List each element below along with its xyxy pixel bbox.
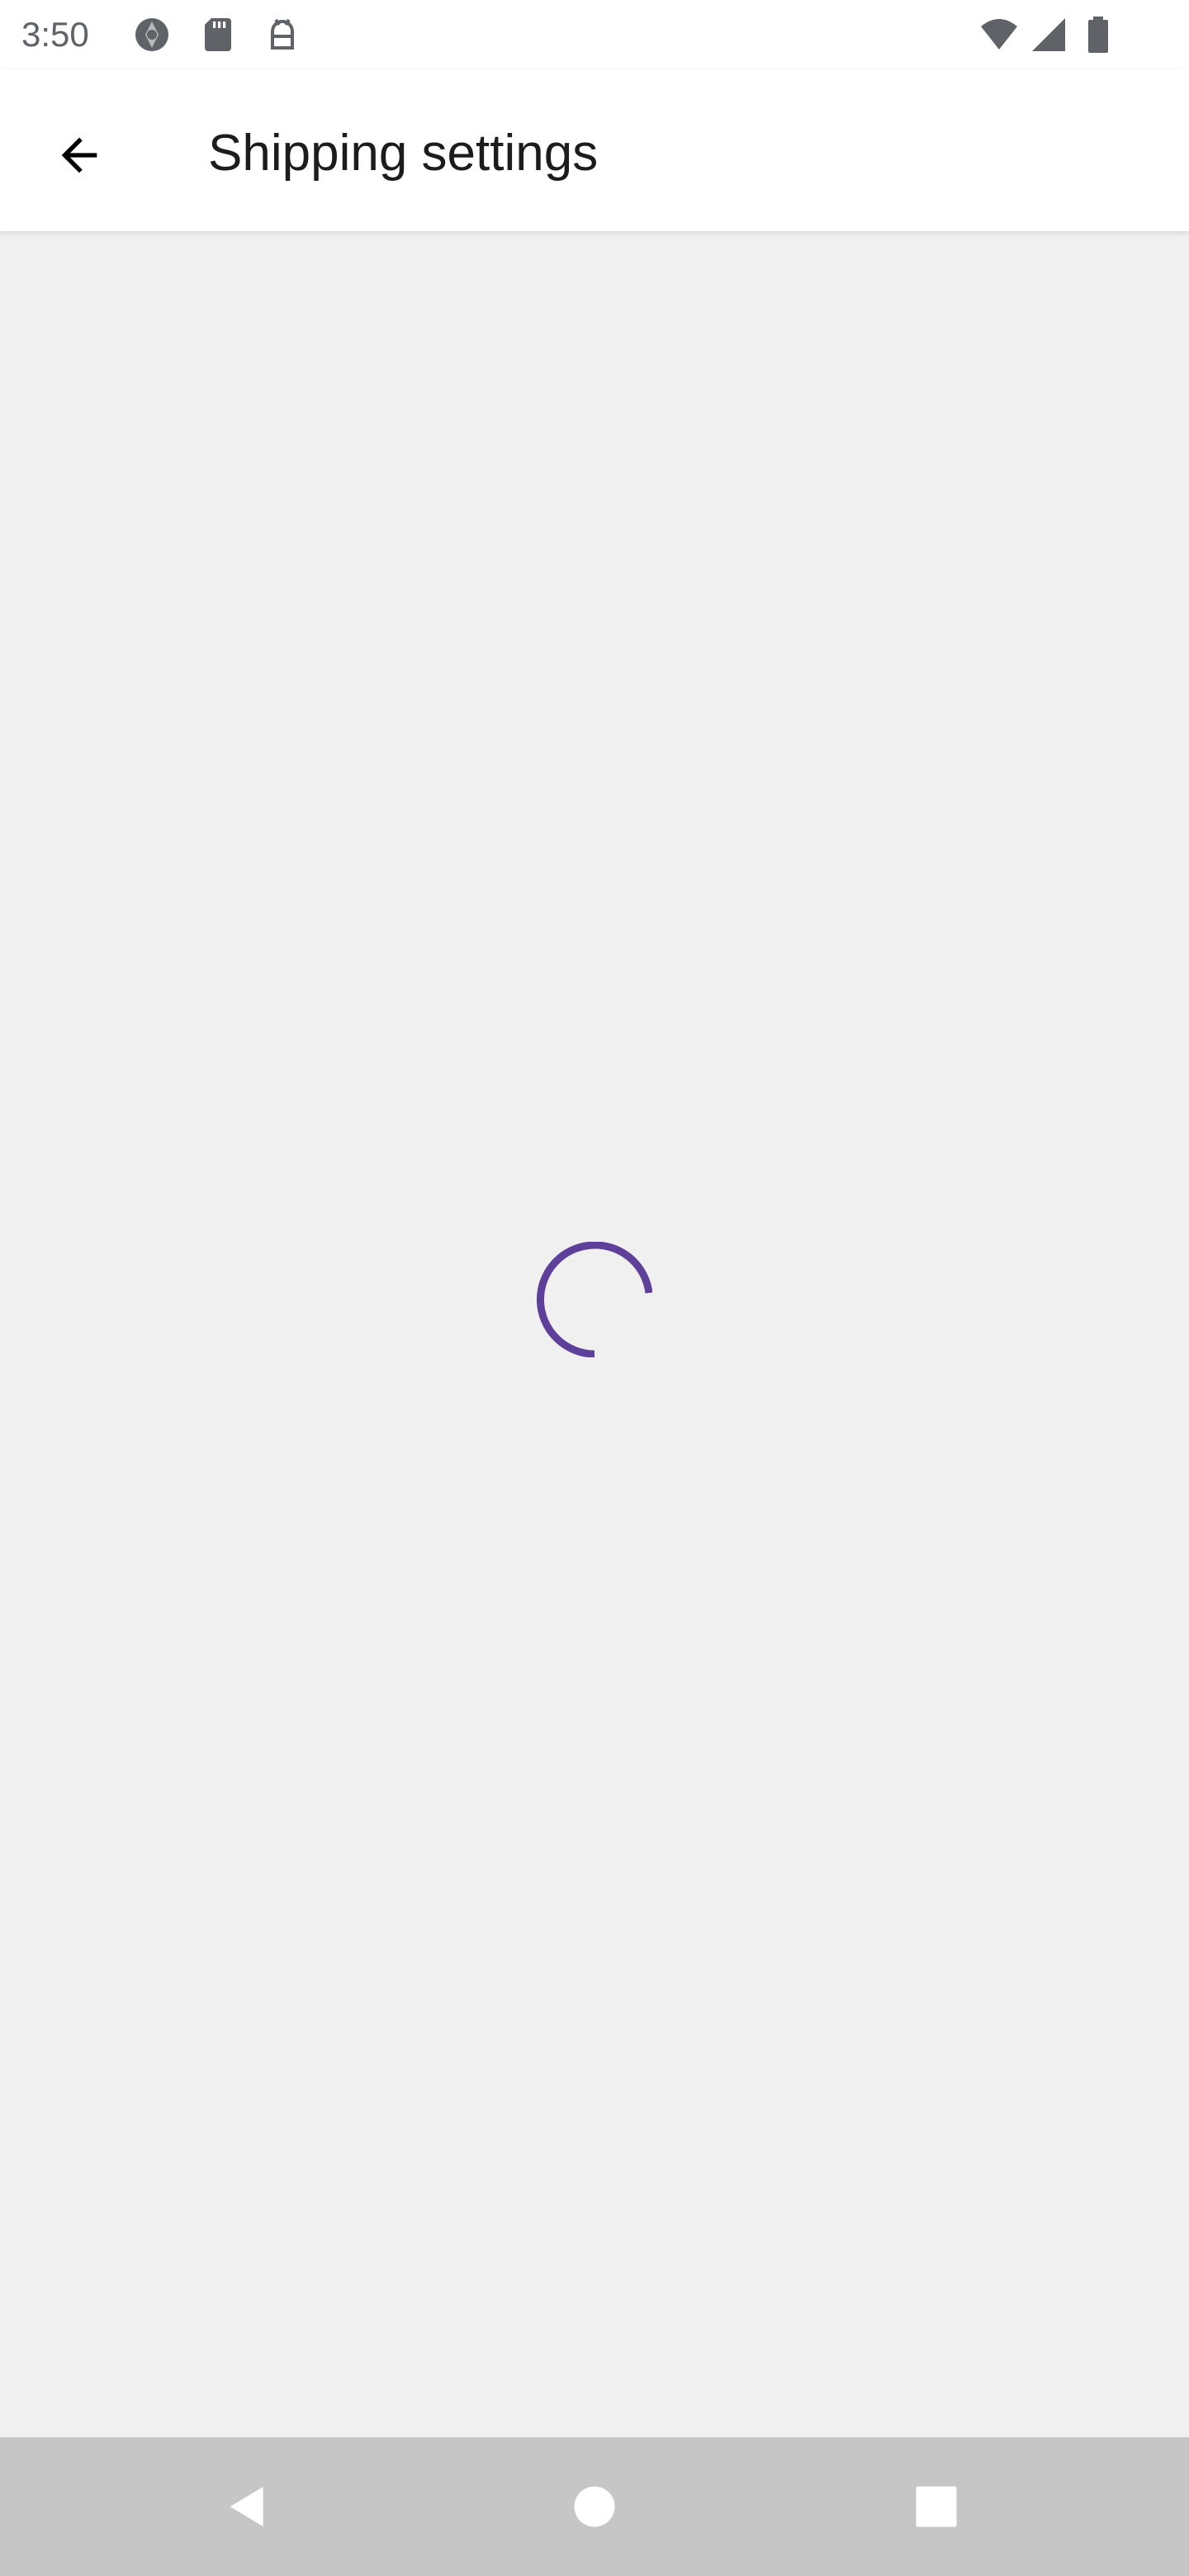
cellular-signal-icon — [1032, 18, 1065, 51]
nav-home-button[interactable] — [545, 2457, 644, 2556]
wifi-icon — [981, 19, 1017, 50]
status-time: 3:50 — [21, 15, 89, 54]
battery-icon — [1088, 17, 1108, 53]
nav-recents-icon — [916, 2486, 957, 2527]
sd-card-icon — [205, 18, 231, 51]
page-title: Shipping settings — [208, 125, 599, 182]
android-debug-icon — [271, 18, 294, 50]
screen: 3:50 Shipping settings — [0, 0, 1189, 2576]
system-nav-bar — [0, 2437, 1189, 2576]
nav-recents-button[interactable] — [887, 2457, 986, 2556]
nav-back-icon — [230, 2487, 263, 2526]
arrow-back-icon — [61, 137, 97, 173]
camera-shutter-icon — [135, 18, 168, 51]
loading-spinner — [537, 1242, 652, 1357]
status-bar: 3:50 — [0, 0, 1189, 69]
nav-back-button[interactable] — [198, 2457, 297, 2556]
app-bar: Shipping settings — [0, 69, 1189, 231]
back-button[interactable] — [36, 112, 122, 198]
nav-home-icon — [574, 2486, 615, 2527]
